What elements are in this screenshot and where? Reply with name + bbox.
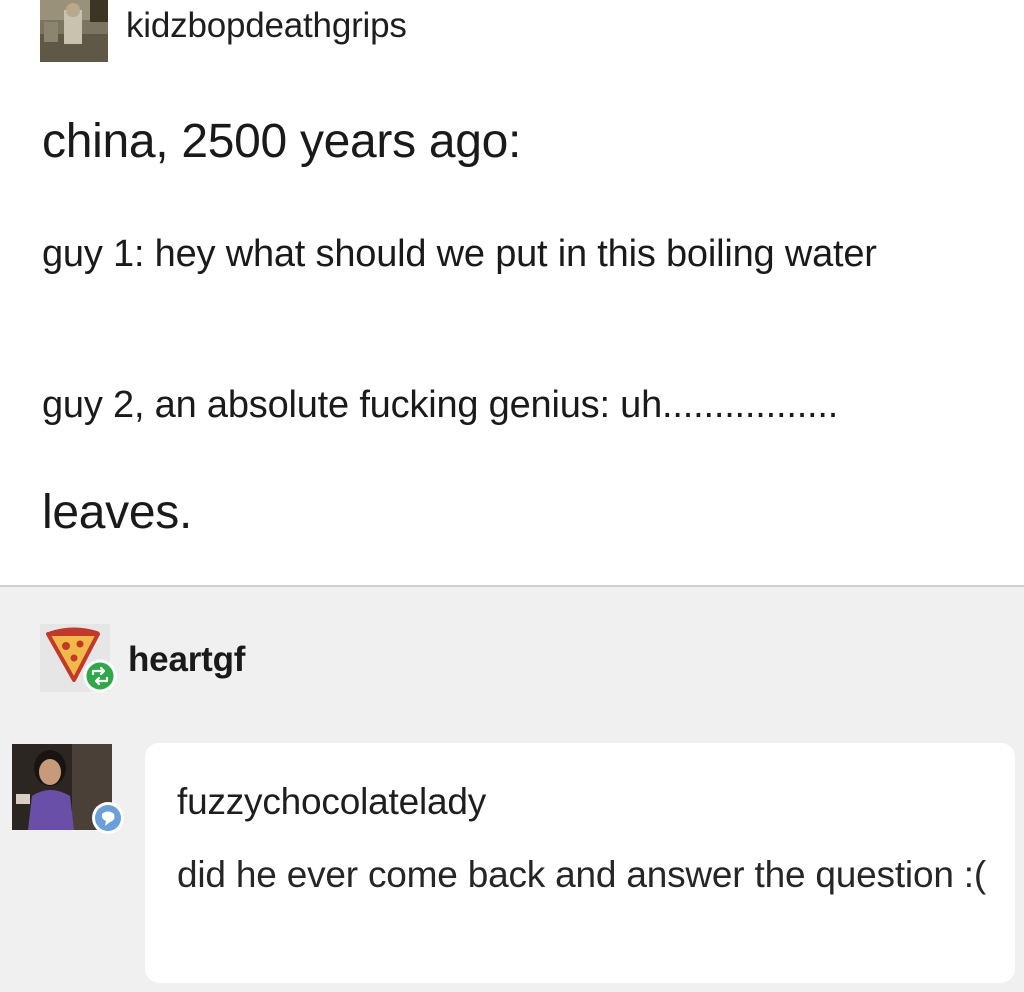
post-author-username[interactable]: kidzbopdeathgrips [126,6,407,46]
avatar-image [40,0,108,62]
chat-bubble-icon [92,802,124,834]
commenter-username[interactable]: fuzzychocolatelady [177,781,486,823]
reblogger-username[interactable]: heartgf [128,640,245,680]
user-avatar[interactable] [40,0,108,62]
commenter-avatar-image [12,744,124,834]
original-post: kidzbopdeathgrips china, 2500 years ago:… [0,0,1024,586]
commenter-avatar[interactable] [12,744,124,844]
post-title: china, 2500 years ago: [42,115,522,168]
pizza-avatar-image [40,624,117,693]
post-line-3: leaves. [42,486,192,539]
reblogger-avatar[interactable] [40,624,117,693]
reblog-icon [83,659,117,693]
post-line-1: guy 1: hey what should we put in this bo… [42,233,877,275]
comment-text: did he ever come back and answer the que… [177,854,986,895]
comment-card: fuzzychocolatelady did he ever come back… [145,743,1015,983]
post-line-2: guy 2, an absolute fucking genius: uh...… [42,384,839,426]
reblog-section: heartgf fuzzychocolatelady did he ever c… [0,587,1024,992]
